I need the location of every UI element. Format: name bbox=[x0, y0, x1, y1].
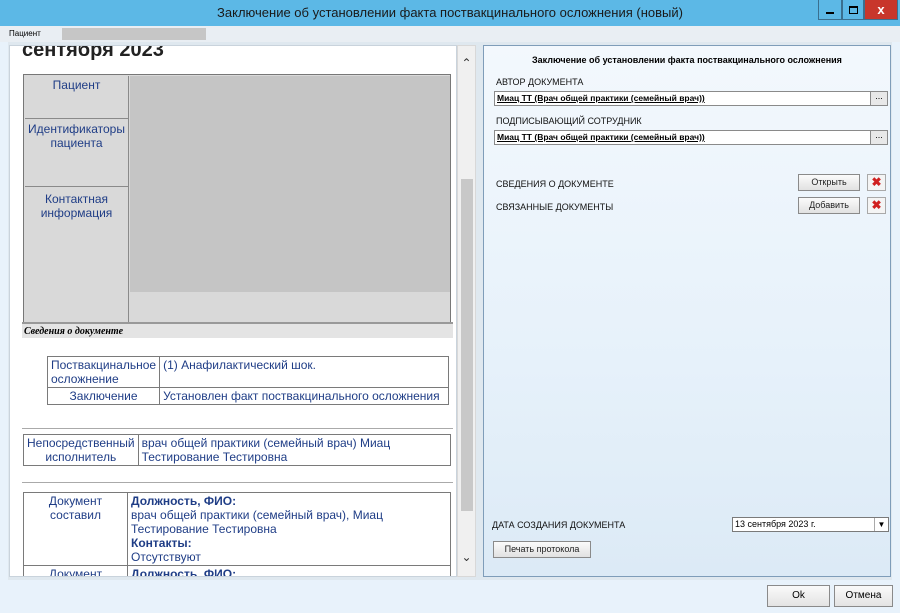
author-label: АВТОР ДОКУМЕНТА bbox=[496, 77, 584, 87]
executor-value: врач общей практики (семейный врач) Миац… bbox=[137, 434, 452, 466]
created-date-label: ДАТА СОЗДАНИЯ ДОКУМЕНТА bbox=[492, 520, 626, 530]
scroll-down-icon[interactable]: ⌄ bbox=[458, 550, 475, 564]
document-scrollbar[interactable]: ⌃ ⌄ bbox=[457, 45, 476, 577]
close-icon: x bbox=[877, 2, 885, 17]
minimize-button[interactable] bbox=[818, 0, 842, 20]
remove-info-button[interactable]: ✖ bbox=[867, 174, 886, 191]
composed-value: Должность, ФИО: врач общей практики (сем… bbox=[127, 492, 451, 566]
detail-label: Поствакцинальное осложнение bbox=[46, 356, 161, 388]
table-row: Поствакцинальное осложнение (1) Анафилак… bbox=[46, 356, 449, 388]
patient-identifiers-label: Идентификаторы пациента bbox=[25, 119, 129, 187]
doc-info-label: СВЕДЕНИЯ О ДОКУМЕНТЕ bbox=[496, 179, 614, 189]
created-date-value: 13 сентября 2023 г. bbox=[735, 519, 816, 529]
related-docs-label: СВЯЗАННЫЕ ДОКУМЕНТЫ bbox=[496, 202, 614, 212]
document-preview[interactable]: сентября 2023 Пациент Идентификаторы пац… bbox=[9, 45, 457, 577]
certified-heading-1: Должность, ФИО: bbox=[131, 567, 237, 577]
signer-field[interactable]: Миац ТТ (Врач общей практики (семейный в… bbox=[494, 130, 888, 145]
delete-icon: ✖ bbox=[871, 198, 882, 212]
section-title: Сведения о документе bbox=[24, 326, 124, 337]
author-browse-button[interactable]: ... bbox=[870, 92, 887, 105]
detail-value: (1) Анафилактический шок. bbox=[159, 356, 449, 388]
composed-text-1: врач общей практики (семейный врач), Миа… bbox=[131, 508, 383, 536]
scroll-up-icon[interactable]: ⌃ bbox=[458, 56, 475, 70]
author-value: Миац ТТ (Врач общей практики (семейный в… bbox=[497, 93, 705, 103]
patient-bar-label: Пациент bbox=[9, 29, 41, 38]
open-button[interactable]: Открыть bbox=[798, 174, 860, 191]
document-details-table: Поствакцинальное осложнение (1) Анафилак… bbox=[46, 356, 449, 405]
print-protocol-button[interactable]: Печать протокола bbox=[493, 541, 591, 558]
scrollbar-thumb[interactable] bbox=[461, 179, 473, 511]
detail-value: Установлен факт поствакцинального осложн… bbox=[159, 387, 449, 405]
certified-label: Документ заверил bbox=[23, 565, 128, 576]
table-row: Заключение Установлен факт поствакциналь… bbox=[46, 387, 449, 405]
minimize-icon bbox=[826, 11, 834, 14]
created-date-select[interactable]: 13 сентября 2023 г. ▼ bbox=[732, 517, 889, 532]
executor-table: Непосредственный исполнитель врач общей … bbox=[23, 434, 452, 466]
composed-heading-1: Должность, ФИО: bbox=[131, 494, 237, 508]
document-heading: сентября 2023 bbox=[22, 45, 164, 61]
dialog-footer: Ok Отмена bbox=[0, 580, 900, 613]
ok-button[interactable]: Ok bbox=[767, 585, 830, 607]
author-field[interactable]: Миац ТТ (Врач общей практики (семейный в… bbox=[494, 91, 888, 106]
patient-name-redacted bbox=[62, 28, 206, 40]
patient-data-redacted bbox=[130, 76, 450, 292]
panel-title: Заключение об установлении факта поствак… bbox=[532, 55, 842, 65]
table-row: Документ составил Должность, ФИО: врач о… bbox=[23, 492, 451, 566]
divider bbox=[22, 428, 453, 429]
composed-label: Документ составил bbox=[23, 492, 128, 566]
patient-table: Пациент Идентификаторы пациента Контактн… bbox=[23, 74, 451, 336]
signer-label: ПОДПИСЫВАЮЩИЙ СОТРУДНИК bbox=[496, 116, 642, 126]
table-row: Непосредственный исполнитель врач общей … bbox=[23, 434, 452, 466]
delete-icon: ✖ bbox=[871, 175, 882, 189]
cancel-button[interactable]: Отмена bbox=[834, 585, 893, 607]
composed-text-2: Отсутствуют bbox=[131, 550, 201, 564]
remove-related-button[interactable]: ✖ bbox=[867, 197, 886, 214]
chevron-down-icon[interactable]: ▼ bbox=[874, 518, 888, 531]
window-title: Заключение об установлении факта поствак… bbox=[217, 5, 683, 20]
divider bbox=[22, 482, 453, 483]
close-button[interactable]: x bbox=[864, 0, 898, 20]
table-row: Документ заверил Должность, ФИО: bbox=[23, 565, 451, 577]
maximize-icon bbox=[848, 5, 858, 14]
executor-label: Непосредственный исполнитель bbox=[23, 434, 139, 466]
add-button[interactable]: Добавить bbox=[798, 197, 860, 214]
patient-bar: Пациент bbox=[0, 26, 900, 42]
maximize-button[interactable] bbox=[842, 0, 864, 20]
title-bar: Заключение об установлении факта поствак… bbox=[0, 0, 900, 26]
patient-label: Пациент bbox=[25, 76, 129, 119]
document-properties-panel: Заключение об установлении факта поствак… bbox=[483, 45, 891, 577]
signer-value: Миац ТТ (Врач общей практики (семейный в… bbox=[497, 132, 705, 142]
contact-info-label: Контактная информация bbox=[25, 187, 129, 334]
certified-value: Должность, ФИО: bbox=[127, 565, 451, 577]
signatures-table: Документ составил Должность, ФИО: врач о… bbox=[23, 492, 451, 577]
document-info-section: Сведения о документе bbox=[22, 322, 453, 338]
composed-heading-2: Контакты: bbox=[131, 536, 192, 550]
detail-label: Заключение bbox=[46, 387, 161, 405]
signer-browse-button[interactable]: ... bbox=[870, 131, 887, 144]
